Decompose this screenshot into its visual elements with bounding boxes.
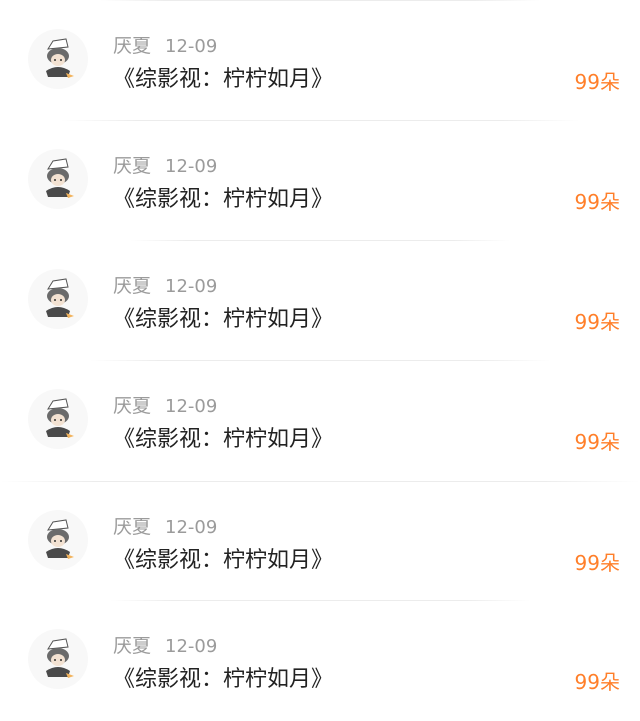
comment-meta: 厌夏 12-09 [113, 153, 217, 179]
comment-text: 《综影视：柠柠如月》 [113, 667, 334, 692]
avatar[interactable] [28, 29, 88, 89]
divider [130, 240, 510, 241]
username[interactable]: 厌夏 [113, 516, 151, 538]
comment-text: 《综影视：柠柠如月》 [113, 307, 334, 332]
username[interactable]: 厌夏 [113, 35, 151, 57]
flower-reward-count: 99朵 [574, 430, 620, 454]
timestamp: 12-09 [165, 156, 218, 177]
divider [90, 360, 550, 361]
comment-meta: 厌夏 12-09 [113, 273, 217, 299]
comment-text: 《综影视：柠柠如月》 [113, 67, 334, 92]
comment-text: 《综影视：柠柠如月》 [113, 548, 334, 573]
flower-reward-count: 99朵 [574, 551, 620, 575]
avatar[interactable] [28, 510, 88, 570]
flower-reward-count: 99朵 [574, 70, 620, 94]
flower-reward-count: 99朵 [574, 670, 620, 694]
comment-item[interactable]: 厌夏 12-09 《综影视：柠柠如月》 99朵 [0, 0, 640, 120]
avatar[interactable] [28, 389, 88, 449]
timestamp: 12-09 [165, 276, 218, 297]
avatar[interactable] [28, 629, 88, 689]
comment-item[interactable]: 厌夏 12-09 《综影视：柠柠如月》 99朵 [0, 600, 640, 720]
anime-character-avatar-icon [28, 510, 88, 570]
timestamp: 12-09 [165, 396, 218, 417]
comment-item[interactable]: 厌夏 12-09 《综影视：柠柠如月》 99朵 [0, 360, 640, 480]
flower-reward-count: 99朵 [574, 310, 620, 334]
username[interactable]: 厌夏 [113, 275, 151, 297]
comment-meta: 厌夏 12-09 [113, 633, 217, 659]
comment-meta: 厌夏 12-09 [113, 393, 217, 419]
comment-meta: 厌夏 12-09 [113, 33, 217, 59]
anime-character-avatar-icon [28, 149, 88, 209]
comment-item[interactable]: 厌夏 12-09 《综影视：柠柠如月》 99朵 [0, 120, 640, 240]
avatar[interactable] [28, 149, 88, 209]
divider [110, 600, 530, 601]
avatar[interactable] [28, 269, 88, 329]
comment-item[interactable]: 厌夏 12-09 《综影视：柠柠如月》 99朵 [0, 481, 640, 601]
comment-text: 《综影视：柠柠如月》 [113, 427, 334, 452]
divider [60, 120, 580, 121]
comment-text: 《综影视：柠柠如月》 [113, 187, 334, 212]
anime-character-avatar-icon [28, 389, 88, 449]
username[interactable]: 厌夏 [113, 395, 151, 417]
flower-reward-count: 99朵 [574, 190, 620, 214]
timestamp: 12-09 [165, 517, 218, 538]
comment-meta: 厌夏 12-09 [113, 514, 217, 540]
timestamp: 12-09 [165, 636, 218, 657]
anime-character-avatar-icon [28, 29, 88, 89]
anime-character-avatar-icon [28, 269, 88, 329]
comment-list: 厌夏 12-09 《综影视：柠柠如月》 99朵 厌夏 12-09 《综影视：柠柠如月… [0, 0, 640, 721]
timestamp: 12-09 [165, 36, 218, 57]
divider [100, 0, 540, 1]
divider [0, 481, 640, 482]
anime-character-avatar-icon [28, 629, 88, 689]
username[interactable]: 厌夏 [113, 155, 151, 177]
username[interactable]: 厌夏 [113, 635, 151, 657]
comment-item[interactable]: 厌夏 12-09 《综影视：柠柠如月》 99朵 [0, 240, 640, 360]
